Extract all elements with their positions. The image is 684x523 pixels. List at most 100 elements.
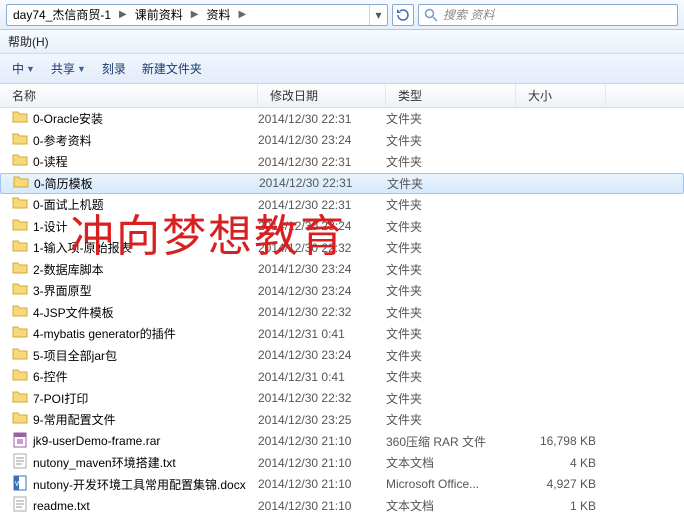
crumb-1[interactable]: 课前资料 [129,5,189,25]
file-name: readme.txt [33,499,90,513]
crumb-2[interactable]: 资料 [200,5,236,25]
search-input[interactable]: 搜索 资料 [418,4,678,26]
file-row[interactable]: 0-Oracle安装 2014/12/30 22:31文件夹 [0,108,684,130]
file-name: 0-参考资料 [33,132,92,149]
chevron-right-icon: ▶ [117,9,129,20]
col-name[interactable]: 名称 [0,84,258,107]
file-name: 1-设计 [33,218,68,235]
file-row[interactable]: 9-常用配置文件2014/12/30 23:25文件夹 [0,409,684,431]
file-name: 5-项目全部jar包 [33,347,117,364]
file-name: 4-JSP文件模板 [33,304,114,321]
file-name: 3-界面原型 [33,282,92,299]
tool-include[interactable]: 中 ▼ [8,58,39,79]
file-row[interactable]: 0-读程 2014/12/30 22:31文件夹 [0,151,684,173]
file-type: 文件夹 [386,325,516,342]
file-name: nutony_maven环境搭建.txt [33,454,176,471]
rar-icon [12,432,28,451]
file-name: 2-数据库脚本 [33,261,104,278]
file-row[interactable]: 6-控件 2014/12/31 0:41文件夹 [0,366,684,388]
file-date: 2014/12/30 22:31 [259,176,387,190]
folder-icon [12,195,28,214]
file-date: 2014/12/31 0:41 [258,327,386,341]
folder-icon [12,152,28,171]
tool-new-folder[interactable]: 新建文件夹 [138,58,206,79]
file-name: 6-控件 [33,368,68,385]
file-type: 文件夹 [386,261,516,278]
folder-icon [12,367,28,386]
search-placeholder: 搜索 资料 [443,6,494,23]
file-date: 2014/12/30 23:24 [258,133,386,147]
file-row[interactable]: 1-设计2014/12/30 23:24文件夹 [0,216,684,238]
file-date: 2014/12/30 23:25 [258,413,386,427]
file-date: 2014/12/30 21:10 [258,456,386,470]
column-headers: 名称 修改日期 类型 大小 [0,84,684,108]
menu-help[interactable]: 帮助(H) [8,33,49,50]
file-row[interactable]: Wnutony-开发环境工具常用配置集锦.docx 2014/12/30 21:1… [0,474,684,496]
file-date: 2014/12/30 22:32 [258,241,386,255]
txt-icon [12,453,28,472]
folder-icon [12,346,28,365]
file-name: 9-常用配置文件 [33,411,116,428]
file-row[interactable]: 1-输入项-原始报表2014/12/30 22:32文件夹 [0,237,684,259]
file-row[interactable]: jk9-userDemo-frame.rar2014/12/30 21:1036… [0,431,684,453]
chevron-down-icon: ▼ [26,64,35,74]
breadcrumb[interactable]: day74_杰信商贸-1 ▶ 课前资料 ▶ 资料 ▶ ▾ [6,4,388,26]
file-type: 文件夹 [386,347,516,364]
file-type: 文件夹 [386,196,516,213]
folder-icon [12,410,28,429]
file-list: 0-Oracle安装2014/12/30 22:31文件夹0-参考资料2014/… [0,108,684,517]
file-row[interactable]: 0-简历模板2014/12/30 22:31文件夹 [0,173,684,195]
file-type: 文件夹 [386,304,516,321]
file-row[interactable]: readme.txt2014/12/30 21:10文本文档1 KB [0,495,684,517]
tool-burn[interactable]: 刻录 [98,58,130,79]
file-date: 2014/12/30 22:31 [258,155,386,169]
col-type[interactable]: 类型 [386,84,516,107]
col-size[interactable]: 大小 [516,84,606,107]
file-type: 360压缩 RAR 文件 [386,433,516,450]
svg-text:W: W [15,481,22,488]
folder-icon [12,217,28,236]
file-date: 2014/12/30 21:10 [258,499,386,513]
folder-icon [13,174,29,193]
folder-icon [12,109,28,128]
file-row[interactable]: 4-mybatis generator的插件2014/12/31 0:41文件夹 [0,323,684,345]
file-row[interactable]: 3-界面原型2014/12/30 23:24文件夹 [0,280,684,302]
file-row[interactable]: 0-面试上机题2014/12/30 22:31文件夹 [0,194,684,216]
address-bar: day74_杰信商贸-1 ▶ 课前资料 ▶ 资料 ▶ ▾ 搜索 资料 [0,0,684,30]
file-type: 文件夹 [387,175,517,192]
file-row[interactable]: 0-参考资料2014/12/30 23:24文件夹 [0,130,684,152]
file-row[interactable]: 2-数据库脚本 2014/12/30 23:24文件夹 [0,259,684,281]
file-date: 2014/12/30 22:32 [258,305,386,319]
chevron-right-icon: ▶ [189,9,201,20]
file-type: 文本文档 [386,454,516,471]
file-name: nutony-开发环境工具常用配置集锦.docx [33,476,246,493]
crumb-0[interactable]: day74_杰信商贸-1 [7,5,117,25]
file-date: 2014/12/30 21:10 [258,434,386,448]
file-date: 2014/12/30 22:31 [258,112,386,126]
file-type: 文件夹 [386,110,516,127]
file-name: 0-面试上机题 [33,196,104,213]
docx-icon: W [12,475,28,494]
file-name: 1-输入项-原始报表 [33,239,132,256]
file-name: 0-读程 [33,153,68,170]
menu-bar: 帮助(H) [0,30,684,54]
file-row[interactable]: 7-POI打印2014/12/30 22:32文件夹 [0,388,684,410]
refresh-button[interactable] [392,4,414,26]
file-row[interactable]: 4-JSP文件模板 2014/12/30 22:32文件夹 [0,302,684,324]
chevron-right-icon: ▶ [236,9,248,20]
file-name: 0-Oracle安装 [33,110,103,127]
txt-icon [12,496,28,515]
history-dropdown-icon[interactable]: ▾ [369,5,387,25]
file-date: 2014/12/31 0:41 [258,370,386,384]
file-date: 2014/12/30 23:24 [258,262,386,276]
tool-share[interactable]: 共享 ▼ [47,58,90,79]
folder-icon [12,260,28,279]
file-date: 2014/12/30 21:10 [258,477,386,491]
file-row[interactable]: 5-项目全部jar包2014/12/30 23:24文件夹 [0,345,684,367]
col-date[interactable]: 修改日期 [258,84,386,107]
folder-icon [12,324,28,343]
file-row[interactable]: nutony_maven环境搭建.txt 2014/12/30 21:10文本文档… [0,452,684,474]
file-type: 文件夹 [386,368,516,385]
file-type: 文件夹 [386,218,516,235]
file-type: 文件夹 [386,153,516,170]
